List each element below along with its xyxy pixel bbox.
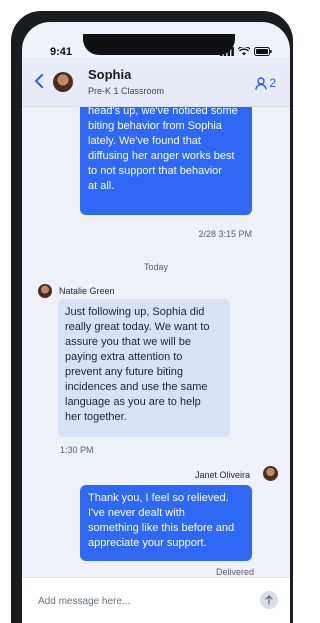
status-time: 9:41 [50,46,73,58]
avatar[interactable] [53,72,73,92]
message-line: Thank you, I feel so relieved. [88,492,229,504]
message-line: I've never dealt with [88,507,185,519]
message-line: biting behavior from Sophia [88,120,222,132]
sender-name: Janet Oliveira [194,470,250,480]
avatar[interactable] [38,284,52,298]
message-bubble: Just following up, Sophia did really gre… [58,299,230,437]
message-line: something like this before and [88,522,235,534]
message-line: incidences and use the same [65,381,208,393]
message-line: Just following up, Sophia did [65,306,205,318]
chevron-left-icon [35,74,43,88]
message-line: diffusing her anger works best [88,150,235,162]
message-line: assure you that we will be [65,336,191,348]
contact-name: Sophia [88,67,132,82]
battery-icon [254,47,272,56]
message-line: appreciate your support. [88,537,207,549]
sender-name: Natalie Green [59,286,115,296]
person-icon [255,76,268,90]
message-bubble: head's up, we've noticed some biting beh… [80,106,252,215]
message-bubble: Thank you, I feel so relieved. I've neve… [80,485,252,561]
message-line: language as you are to help [65,396,201,408]
back-button[interactable] [34,74,44,92]
members-button[interactable]: 2 [255,76,276,90]
message-composer [22,577,290,623]
phone-screen: 9:41 Sophia Pre-K 1 Classroom 2 head's u… [22,22,290,623]
message-line: to not support that behavior [88,165,222,177]
avatar[interactable] [263,466,278,481]
message-list[interactable]: head's up, we've noticed some biting beh… [22,106,290,576]
message-timestamp: 1:30 PM [60,445,94,455]
message-line: prevent any future biting [65,366,184,378]
message-line: lately. We've found that [88,135,201,147]
message-line: head's up, we've noticed some [88,106,238,117]
wifi-icon [238,47,250,56]
message-input[interactable] [36,590,250,612]
delivery-status: Delivered [215,567,254,576]
arrow-up-icon [265,595,273,605]
message-line: paying extra attention to [65,351,183,363]
message-line: really great today. We want to [65,321,210,333]
day-divider: Today [143,262,169,272]
send-button[interactable] [260,591,278,609]
message-timestamp: 2/28 3:15 PM [198,229,252,239]
member-count: 2 [269,76,276,90]
phone-notch [83,34,235,55]
contact-subtitle: Pre-K 1 Classroom [88,86,165,96]
message-line: at all. [88,180,115,192]
chat-header: Sophia Pre-K 1 Classroom 2 [22,58,290,107]
message-line: her together. [65,411,127,423]
